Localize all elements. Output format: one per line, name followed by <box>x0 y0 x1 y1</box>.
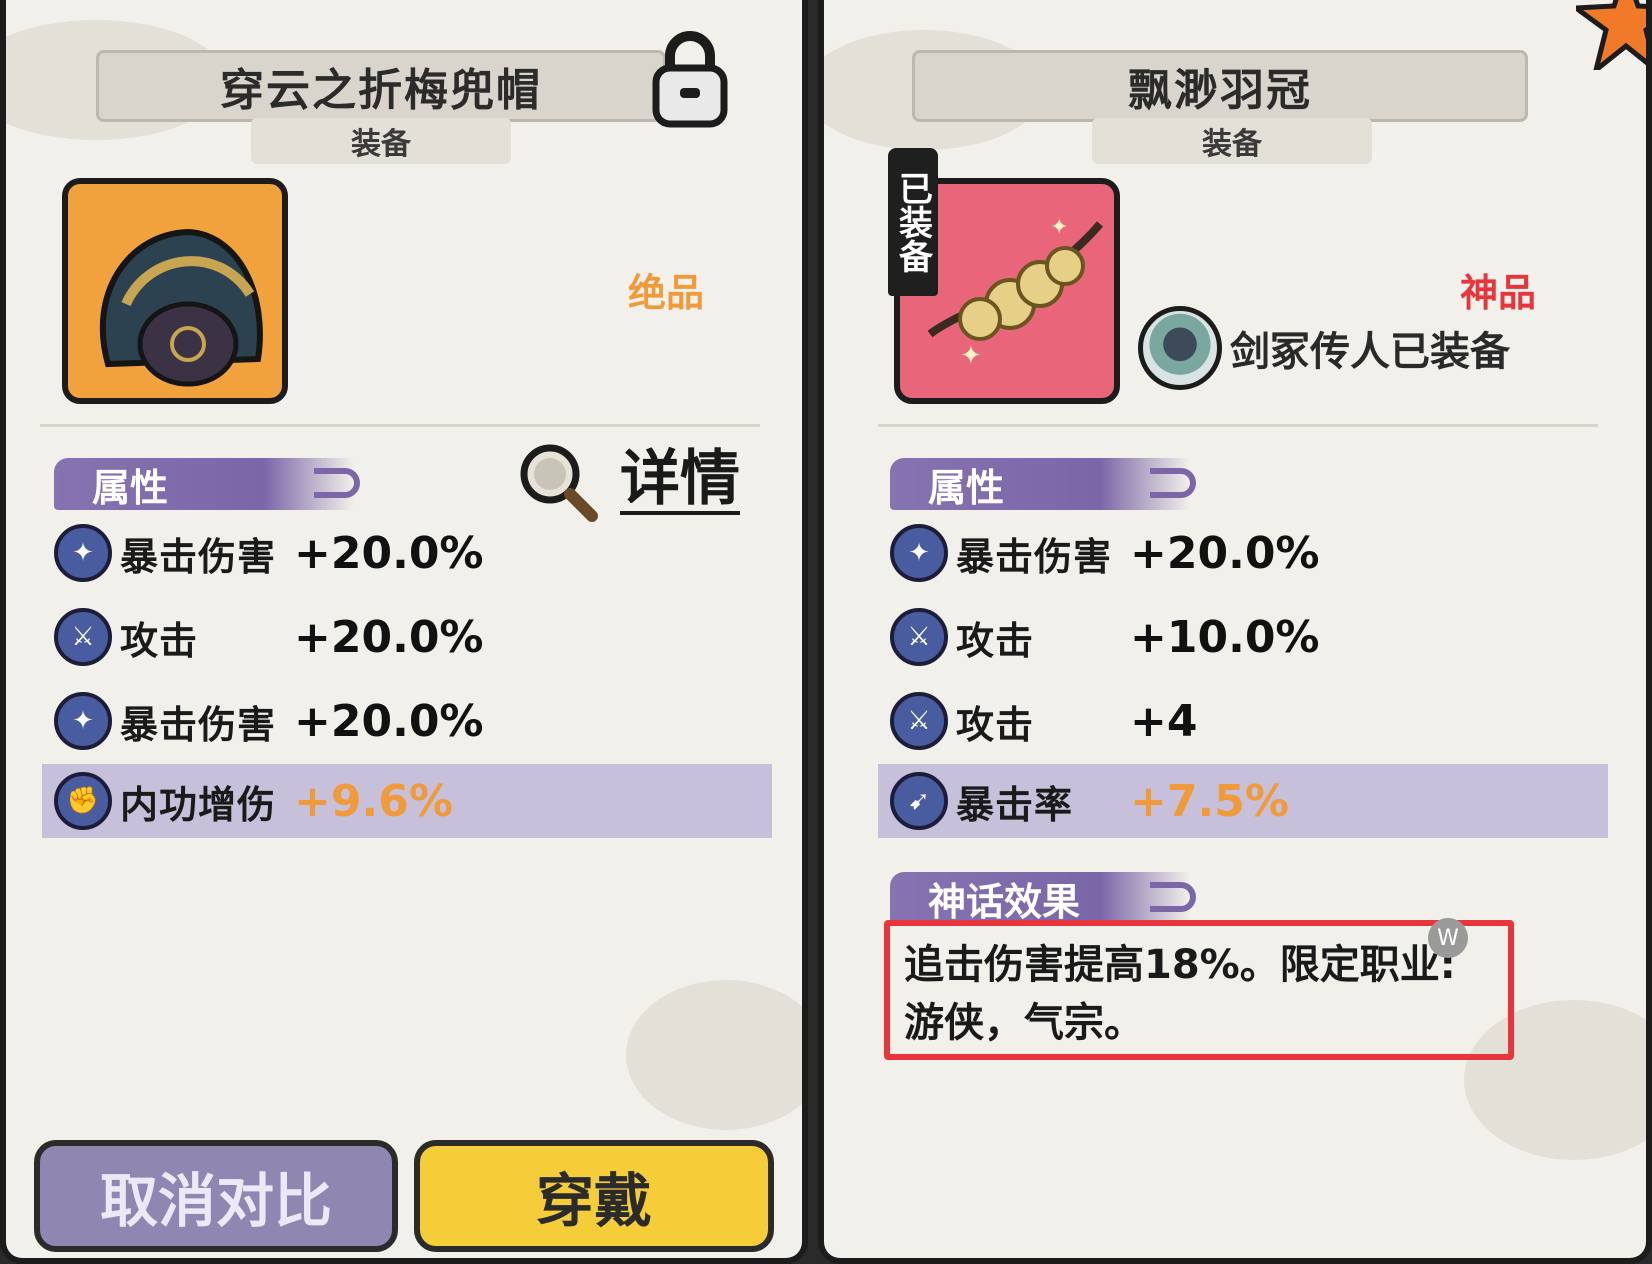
magnifier-icon <box>520 444 598 522</box>
stat-row: ⚔ 攻击 +20.0% <box>54 600 774 674</box>
detail-label: 详情 <box>620 443 740 515</box>
stat-name: 暴击率 <box>956 782 1074 827</box>
swirl-decoration <box>314 468 360 498</box>
stat-row: ✦ 暴击伤害 +20.0% <box>54 684 774 758</box>
stat-value: +20.0% <box>1130 527 1320 579</box>
stat-name: 攻击 <box>956 702 1035 747</box>
crit-rate-icon: ➹ <box>890 772 948 830</box>
divider <box>878 424 1598 427</box>
myth-effect-label: 神话效果 <box>928 879 1081 924</box>
stat-name: 暴击伤害 <box>956 534 1113 579</box>
stat-name: 攻击 <box>956 618 1035 663</box>
stat-name: 暴击伤害 <box>120 534 277 579</box>
stat-value: +9.6% <box>294 775 453 827</box>
divider <box>40 424 760 427</box>
attack-icon: ⚔ <box>54 608 112 666</box>
attributes-section-tag: 属性 <box>890 458 1196 510</box>
stat-row: ✦ 暴击伤害 +20.0% <box>890 516 1610 590</box>
stat-name: 暴击伤害 <box>120 702 277 747</box>
stat-value: +20.0% <box>294 527 484 579</box>
rarity-label: 绝品 <box>628 271 705 315</box>
stat-name: 攻击 <box>120 618 199 663</box>
stat-value: +20.0% <box>294 611 484 663</box>
myth-effect-line: 追击伤害提高18%。限定职业: <box>904 942 1456 988</box>
equipped-ribbon: 已装备 <box>888 148 938 296</box>
attributes-section-tag: 属性 <box>54 458 360 510</box>
item-subtitle: 装备 <box>251 118 511 164</box>
crit-damage-icon: ✦ <box>890 524 948 582</box>
attributes-label: 属性 <box>92 465 169 510</box>
item-title: 穿云之折梅兜帽 <box>220 65 542 116</box>
attack-icon: ⚔ <box>890 692 948 750</box>
svg-text:✦: ✦ <box>960 341 982 371</box>
star-icon <box>1576 0 1646 70</box>
lock-icon[interactable] <box>650 30 730 130</box>
cancel-compare-button[interactable]: 取消对比 <box>34 1140 398 1252</box>
stat-value: +10.0% <box>1130 611 1320 663</box>
myth-effect-line: 游侠，气宗。 <box>904 1000 1144 1046</box>
crit-damage-icon: ✦ <box>54 524 112 582</box>
stat-value: +7.5% <box>1130 775 1289 827</box>
wear-button[interactable]: 穿戴 <box>414 1140 774 1252</box>
crit-damage-icon: ✦ <box>54 692 112 750</box>
stat-row-highlight: ✊ 内功增伤 +9.6% <box>42 764 772 838</box>
owner-info: 剑冢传人已装备 <box>1138 306 1510 390</box>
myth-effect-section-tag: 神话效果 <box>890 872 1196 924</box>
item-subtitle: 装备 <box>1092 118 1372 164</box>
item-title: 飘渺羽冠 <box>1128 65 1312 116</box>
myth-effect-text-box: 追击伤害提高18%。限定职业: 游侠，气宗。 <box>884 920 1514 1060</box>
item-icon-frame[interactable] <box>62 178 288 404</box>
detail-link[interactable]: 详情 <box>514 438 740 524</box>
stat-row: ⚔ 攻击 +4 <box>890 684 1610 758</box>
svg-text:✦: ✦ <box>1050 215 1068 240</box>
inner-power-icon: ✊ <box>54 772 112 830</box>
hood-icon <box>99 228 263 387</box>
watermark-badge: W <box>1428 918 1468 958</box>
stat-row-highlight: ➹ 暴击率 +7.5% <box>878 764 1608 838</box>
compare-panel-current: 穿云之折梅兜帽 装备 绝品 属性 详情 ✦ 暴击伤害 +20.0% ⚔ 攻击 +… <box>0 0 808 1264</box>
owner-text: 剑冢传人已装备 <box>1230 329 1510 375</box>
swirl-decoration <box>1150 468 1196 498</box>
item-title-banner: 穿云之折梅兜帽 <box>96 50 666 122</box>
stat-value: +20.0% <box>294 695 484 747</box>
stat-row: ✦ 暴击伤害 +20.0% <box>54 516 774 590</box>
attack-icon: ⚔ <box>890 608 948 666</box>
stat-row: ⚔ 攻击 +10.0% <box>890 600 1610 674</box>
cloud-decoration <box>626 980 802 1130</box>
compare-panel-equipped: 飘渺羽冠 装备 ✦ ✦ 已装备 神品 剑冢传人已装备 属性 ✦ 暴击伤害 +20… <box>818 0 1652 1264</box>
swirl-decoration <box>1150 882 1196 912</box>
item-title-banner: 飘渺羽冠 <box>912 50 1528 122</box>
attributes-label: 属性 <box>928 465 1005 510</box>
stat-name: 内功增伤 <box>120 782 277 827</box>
stat-value: +4 <box>1130 695 1198 747</box>
avatar <box>1138 306 1222 390</box>
